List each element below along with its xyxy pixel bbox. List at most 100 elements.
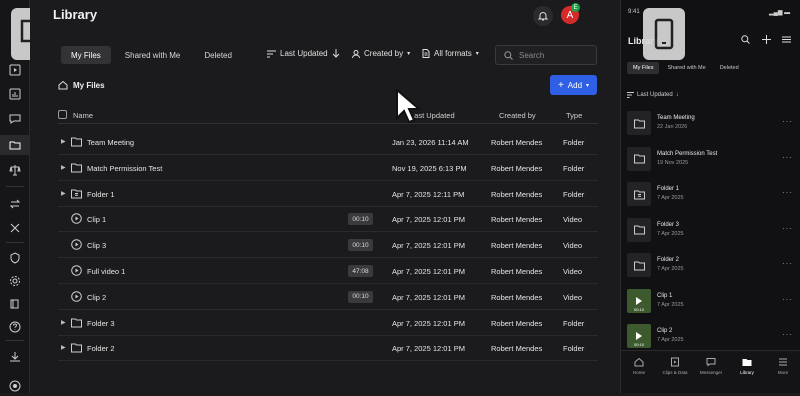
swap-icon[interactable] [0, 194, 30, 214]
mobile-nav-home[interactable]: Home [621, 357, 657, 375]
add-button[interactable]: + Add ▾ [550, 75, 597, 95]
sort-label: Last Updated [280, 49, 328, 58]
row-name[interactable]: Team Meeting [87, 138, 134, 147]
column-name[interactable]: Name [73, 111, 93, 120]
expand-chevron-icon[interactable]: ▶ [61, 190, 66, 197]
more-options-icon[interactable]: ··· [782, 224, 793, 233]
mobile-tab-shared-with-me[interactable]: Shared with Me [661, 62, 711, 74]
table-row[interactable]: Clip 3 00:10 Apr 7, 2025 12:01 PM Robert Me… [58, 232, 598, 259]
sort-button[interactable]: Last Updated [267, 49, 340, 58]
mobile-list-item[interactable]: Team Meeting 22 Jan 2026 ··· [627, 107, 795, 141]
desktop-library-panel: Library A E My Files Shared with Me Dele… [30, 0, 620, 393]
mobile-nav-library[interactable]: Library [729, 357, 765, 375]
download-icon[interactable] [0, 347, 30, 367]
tab-my-files[interactable]: My Files [61, 46, 111, 64]
select-all-checkbox[interactable] [58, 110, 67, 119]
plus-icon[interactable] [762, 35, 771, 44]
mobile-item-name: Match Permission Test [657, 150, 718, 157]
table-row[interactable]: ▶ Folder 2 Apr 7, 2025 12:01 PM Robert Mend… [58, 335, 598, 362]
tab-deleted[interactable]: Deleted [194, 46, 242, 64]
mobile-tab-my-files[interactable]: My Files [627, 62, 660, 74]
row-last-updated: Apr 7, 2025 12:01 PM [392, 292, 465, 302]
row-name[interactable]: Clip 1 [87, 215, 106, 224]
row-name[interactable]: Full video 1 [87, 267, 125, 276]
row-last-updated: Apr 7, 2025 12:01 PM [392, 318, 465, 328]
mobile-view-icon [643, 8, 685, 60]
library-folder-icon[interactable] [0, 135, 30, 155]
arrow-down-icon: ↓ [675, 92, 679, 98]
more-options-icon[interactable]: ··· [782, 188, 793, 197]
bell-icon[interactable] [533, 6, 553, 26]
row-name[interactable]: Folder 3 [87, 319, 115, 328]
page-title: Library [53, 7, 98, 22]
mobile-list-item[interactable]: 00:10 Clip 1 7 Apr 2025 ··· [627, 285, 795, 319]
column-type[interactable]: Type [566, 111, 582, 120]
more-options-icon[interactable]: ··· [782, 295, 793, 304]
search-input[interactable]: Search [495, 45, 597, 65]
folder-icon [71, 162, 82, 173]
book-icon[interactable] [0, 294, 30, 314]
mobile-nav-more[interactable]: More [765, 357, 800, 375]
arrow-down-icon [332, 49, 339, 58]
expand-chevron-icon[interactable]: ▶ [61, 344, 66, 351]
column-created-by[interactable]: Created by [499, 111, 536, 120]
duration-badge: 00:10 [348, 290, 373, 303]
help-icon[interactable] [0, 317, 30, 337]
table-row[interactable]: ▶ Folder 1 Apr 7, 2025 12:11 PM Robert Mend… [58, 181, 598, 207]
mobile-nav-clips-data[interactable]: Clips & Data [657, 357, 693, 375]
chat-icon[interactable] [0, 109, 30, 129]
row-created-by: Robert Mendes [491, 241, 543, 251]
row-name[interactable]: Folder 2 [87, 344, 115, 353]
expand-chevron-icon[interactable]: ▶ [61, 164, 66, 171]
more-options-icon[interactable]: ··· [782, 259, 793, 268]
table-row[interactable]: ▶ Folder 3 Apr 7, 2025 12:01 PM Robert Mend… [58, 310, 598, 336]
video-play-icon [71, 239, 82, 250]
row-name[interactable]: Folder 1 [87, 190, 115, 199]
mobile-list-item[interactable]: Match Permission Test 19 Nov 2025 ··· [627, 143, 795, 177]
play-icon[interactable] [0, 60, 30, 80]
row-type: Video [563, 215, 583, 225]
home-icon[interactable] [58, 80, 68, 90]
created-by-filter[interactable]: Created by ▾ [352, 49, 410, 58]
search-icon[interactable] [741, 35, 750, 44]
formats-filter[interactable]: All formats ▾ [422, 49, 479, 58]
table-row[interactable]: ▶ Team Meeting Jan 23, 2026 11:14 AM Robert… [58, 129, 598, 155]
row-type: Folder [563, 189, 585, 199]
row-created-by: Robert Mendes [491, 292, 543, 302]
mobile-list-item[interactable]: Folder 1 7 Apr 2025 ··· [627, 178, 795, 212]
mobile-nav-label: Messenger [699, 370, 723, 375]
table-row[interactable]: Clip 2 00:10 Apr 7, 2025 12:01 PM Robert Me… [58, 284, 598, 310]
row-name[interactable]: Match Permission Test [87, 164, 162, 173]
mobile-sort-button[interactable]: Last Updated ↓ [627, 92, 679, 98]
filter-icon[interactable] [782, 35, 791, 44]
table-row[interactable]: Clip 1 00:10 Apr 7, 2025 12:01 PM Robert Me… [58, 206, 598, 233]
mobile-list-item[interactable]: Folder 2 7 Apr 2025 ··· [627, 249, 795, 283]
table-row[interactable]: ▶ Match Permission Test Nov 19, 2025 6:13 … [58, 155, 598, 181]
shield-icon[interactable] [0, 248, 30, 268]
row-name[interactable]: Clip 2 [87, 293, 106, 302]
mobile-item-name: Team Meeting [657, 115, 695, 121]
gear-icon[interactable] [0, 271, 30, 291]
scale-icon[interactable] [0, 160, 30, 180]
record-icon[interactable] [0, 376, 30, 396]
duration-badge: 00:10 [348, 239, 373, 252]
more-options-icon[interactable]: ··· [782, 117, 793, 126]
mobile-tab-deleted[interactable]: Deleted [714, 62, 745, 74]
row-type: Video [563, 241, 583, 251]
row-created-by: Robert Mendes [491, 344, 543, 354]
close-icon[interactable] [0, 218, 30, 238]
more-options-icon[interactable]: ··· [782, 153, 793, 162]
expand-chevron-icon[interactable]: ▶ [61, 138, 66, 145]
chart-icon[interactable] [0, 84, 30, 104]
table-row[interactable]: Full video 1 47:08 Apr 7, 2025 12:01 PM Rob… [58, 258, 598, 284]
sort-lines-icon [267, 50, 276, 57]
messenger-icon [706, 358, 716, 367]
more-options-icon[interactable]: ··· [782, 330, 793, 339]
library-icon [742, 359, 752, 366]
tab-shared-with-me[interactable]: Shared with Me [115, 46, 191, 64]
mobile-list-item[interactable]: 00:10 Clip 2 7 Apr 2025 ··· [627, 320, 795, 354]
row-name[interactable]: Clip 3 [87, 241, 106, 250]
expand-chevron-icon[interactable]: ▶ [61, 319, 66, 326]
mobile-list-item[interactable]: Folder 3 7 Apr 2025 ··· [627, 214, 795, 248]
mobile-nav-messenger[interactable]: Messenger [693, 357, 729, 375]
